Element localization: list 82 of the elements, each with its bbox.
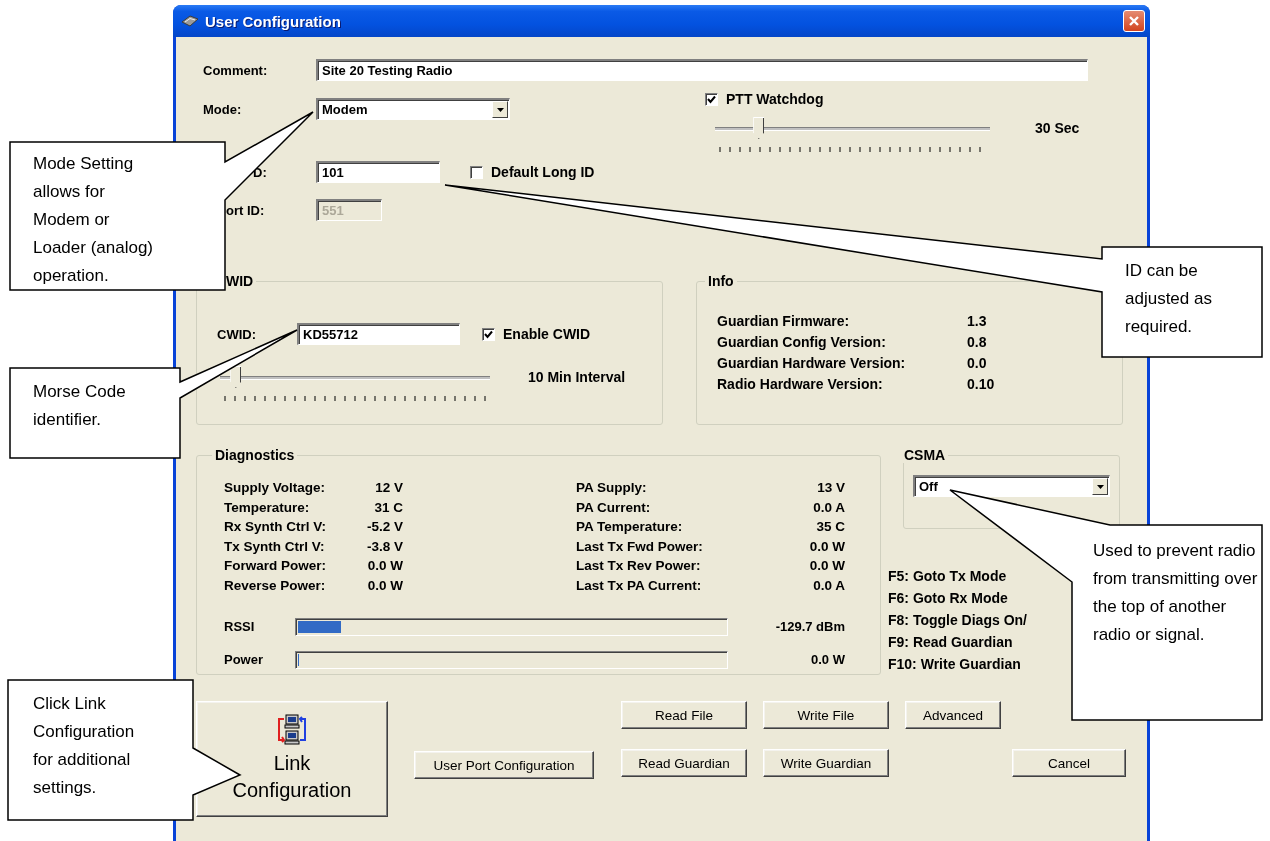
shortcut-text: F10: Write Guardian: [888, 655, 1021, 674]
action-button[interactable]: Read File: [621, 701, 747, 729]
shortcut-text: F9: Read Guardian: [888, 633, 1013, 652]
action-button[interactable]: Read Guardian: [621, 749, 747, 777]
meter-reading: 0.0 W: [810, 652, 845, 668]
diagnostic-label: PA Supply:: [575, 479, 648, 497]
close-button[interactable]: [1123, 10, 1145, 32]
callout-text: Used to prevent radio from transmitting over the top of another radio or signal.: [1093, 540, 1258, 646]
info-label: Guardian Hardware Version:: [717, 355, 907, 371]
slider-reading: 30 Sec: [1035, 120, 1080, 136]
diagnostic-value: -3.8 V: [365, 537, 403, 556]
port-id-label: ort ID:: [225, 202, 266, 218]
diagnostic-label: Last Tx Fwd Power:: [575, 537, 704, 556]
info-label: Guardian Firmware:: [717, 313, 851, 329]
callout-text: ID can be adjusted as required.: [1125, 260, 1213, 338]
diagnostic-value: 0.0 A: [812, 498, 845, 517]
checkbox[interactable]: [470, 165, 483, 179]
group-title: Diagnostics: [214, 447, 296, 463]
diagnostic-value: 0.0 A: [812, 576, 845, 595]
slider-reading: 10 Min Interval: [528, 369, 626, 385]
close-icon: [1128, 15, 1140, 27]
group-title: WID: [225, 273, 255, 289]
csma-dropdown[interactable]: Off: [913, 475, 1110, 497]
checkbox-label: PTT Watchdog: [726, 91, 824, 107]
comment-label: Comment:: [203, 62, 269, 78]
diagnostic-value: 35 C: [815, 518, 845, 537]
checkbox-label: Default Long ID: [491, 164, 595, 180]
device-icon: [181, 15, 199, 27]
mode-label: Mode:: [203, 101, 243, 117]
diagnostic-label: Reverse Power:: [224, 576, 327, 595]
checkbox-label: Enable CWID: [503, 326, 591, 342]
info-value: 0.10: [967, 376, 996, 392]
diagnostic-label: Supply Voltage:: [224, 479, 326, 497]
diagnostic-label: Forward Power:: [224, 557, 327, 576]
callout-text: Mode Setting allows for Modem or Loader (analog) operation.: [33, 153, 155, 287]
diagnostic-value: 12 V: [374, 479, 403, 497]
shortcut-text: F6: Goto Rx Mode: [888, 589, 1008, 608]
shortcut-text: F8: Toggle Diags On/: [888, 611, 1027, 630]
info-value: 0.0: [967, 355, 988, 371]
checkbox[interactable]: [482, 327, 495, 341]
group-title: Info: [707, 273, 735, 289]
link-configuration-button[interactable]: Link Configuration: [196, 701, 388, 817]
network-computers-icon: [277, 714, 307, 746]
comment-field[interactable]: Site 20 Testing Radio: [316, 59, 1088, 81]
shortcut-text: F5: Goto Tx Mode: [888, 567, 1007, 586]
diagnostic-label: PA Temperature:: [575, 518, 684, 537]
diagnostic-label: Rx Synth Ctrl V:: [224, 518, 327, 537]
diagnostic-value: 0.0 W: [808, 557, 845, 576]
diagnostic-value: 13 V: [816, 479, 845, 497]
diagnostic-label: Last Tx PA Current:: [575, 576, 703, 595]
slider-thumb[interactable]: [230, 366, 242, 388]
info-label: Guardian Config Version:: [717, 334, 887, 350]
group-title: CSMA: [903, 447, 947, 463]
cwid-label: CWID:: [217, 326, 257, 342]
action-button[interactable]: Advanced: [905, 701, 1001, 729]
action-button[interactable]: Write Guardian: [763, 749, 889, 777]
diagnostic-value: 0.0 W: [808, 537, 845, 556]
slider-thumb[interactable]: [753, 117, 765, 139]
user-port-configuration-button[interactable]: User Port Configuration: [414, 751, 594, 779]
window-title: User Configuration: [205, 12, 342, 30]
diagnostic-label: PA Current:: [575, 498, 652, 517]
diagnostic-value: 0.0 W: [366, 557, 403, 576]
info-label: Radio Hardware Version:: [717, 376, 884, 392]
callout-text: Morse Code identifier.: [33, 381, 127, 431]
info-value: 0.8: [967, 334, 988, 350]
callout-text: Click Link Configuration for additional settings.: [33, 693, 136, 799]
meter-reading: -129.7 dBm: [774, 619, 845, 635]
mode-dropdown[interactable]: Modem: [316, 98, 510, 120]
diagnostic-label: Tx Synth Ctrl V:: [224, 537, 326, 556]
meter-label: RSSI: [224, 619, 256, 635]
checkbox[interactable]: [705, 92, 718, 106]
diagnostic-value: -5.2 V: [365, 518, 403, 537]
cancel-button[interactable]: Cancel: [1012, 749, 1126, 777]
meter-label: Power: [224, 652, 264, 668]
diagnostic-value: 31 C: [373, 498, 403, 517]
long-id-field[interactable]: 101: [316, 161, 440, 183]
diagnostic-label: Temperature:: [224, 498, 311, 517]
diagnostic-label: Last Tx Rev Power:: [575, 557, 702, 576]
diagnostic-value: 0.0 W: [366, 576, 403, 595]
action-button[interactable]: Write File: [763, 701, 889, 729]
cwid-field[interactable]: KD55712: [297, 323, 460, 345]
info-value: 1.3: [967, 313, 988, 329]
